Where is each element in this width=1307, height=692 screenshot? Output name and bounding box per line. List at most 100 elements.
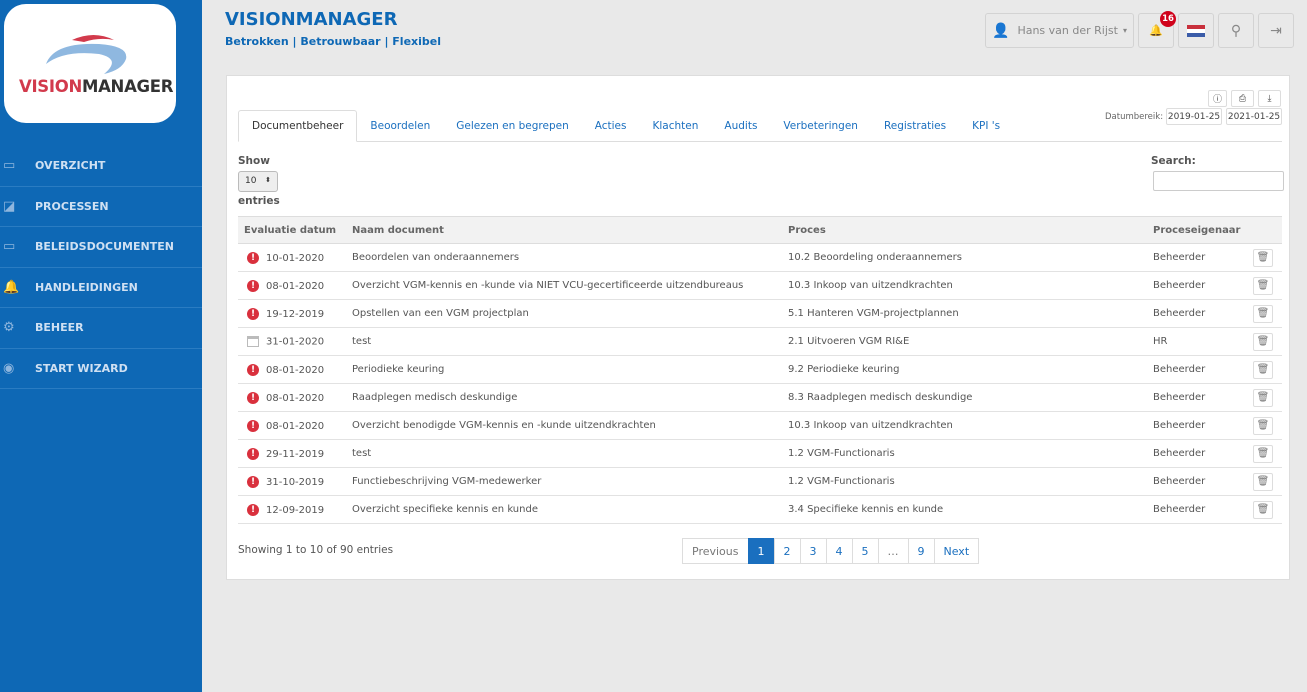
column-header[interactable]: Naam document: [346, 216, 782, 244]
page-9[interactable]: 9: [907, 538, 935, 564]
info-button[interactable]: ⓘ: [1208, 90, 1227, 107]
page-2[interactable]: 2: [773, 538, 801, 564]
inbox-icon: ▭: [3, 239, 16, 255]
document-name[interactable]: test: [346, 327, 782, 356]
tab-5[interactable]: Audits: [711, 110, 770, 142]
document-name[interactable]: Functiebeschrijving VGM-medewerker: [346, 467, 782, 496]
owner: Beheerder: [1147, 467, 1247, 496]
print-button[interactable]: ⎙: [1231, 90, 1254, 107]
delete-button[interactable]: 🗑: [1253, 416, 1273, 435]
tab-3[interactable]: Acties: [582, 110, 640, 142]
info-icon: ⓘ: [1212, 95, 1222, 105]
page-ellipsis: …: [877, 538, 909, 564]
sidebar-item-handleidingen[interactable]: 🔔 HANDLEIDINGEN: [0, 268, 202, 308]
page-1[interactable]: 1: [747, 538, 775, 564]
table-row[interactable]: ! 08-01-2020 Periodieke keuring 9.2 Periodi…: [238, 355, 1282, 384]
owner: Beheerder: [1147, 271, 1247, 300]
document-name[interactable]: Overzicht benodigde VGM-kennis en -kunde…: [346, 411, 782, 440]
trash-icon: 🗑: [1256, 307, 1270, 319]
document-name[interactable]: Opstellen van een VGM projectplan: [346, 299, 782, 328]
delete-button[interactable]: 🗑: [1253, 444, 1273, 463]
search-button[interactable]: ⚲: [1218, 13, 1254, 48]
owner: Beheerder: [1147, 383, 1247, 412]
logout-icon: ⇥: [1270, 22, 1282, 39]
table-row[interactable]: ! 12-09-2019 Overzicht specifieke kennis e…: [238, 495, 1282, 524]
trash-icon: 🗑: [1256, 503, 1270, 515]
print-icon: ⎙: [1238, 93, 1247, 104]
process: 10.3 Inkoop van uitzendkrachten: [782, 411, 1147, 440]
sidebar-item-beleidsdocumenten[interactable]: ▭ BELEIDSDOCUMENTEN: [0, 227, 202, 268]
tab-0[interactable]: Documentbeheer: [238, 110, 358, 142]
logout-button[interactable]: ⇥: [1258, 13, 1294, 48]
table-row[interactable]: ! 08-01-2020 Raadplegen medisch deskundige…: [238, 383, 1282, 412]
table-row[interactable]: ! 08-01-2020 Overzicht benodigde VGM-kenni…: [238, 411, 1282, 440]
bell-icon: 🔔: [1149, 24, 1163, 37]
page-5[interactable]: 5: [851, 538, 879, 564]
process: 3.4 Specifieke kennis en kunde: [782, 495, 1147, 524]
page-3[interactable]: 3: [799, 538, 827, 564]
tab-8[interactable]: KPI 's: [959, 110, 1013, 142]
tab-6[interactable]: Verbeteringen: [770, 110, 871, 142]
owner: Beheerder: [1147, 355, 1247, 384]
document-name[interactable]: Overzicht specifieke kennis en kunde: [346, 495, 782, 524]
documents-table: Evaluatie datum Naam document Proces Proces…: [238, 216, 1282, 524]
table-row[interactable]: 31-01-2020 test 2.1 Uitvoeren VGM RI&E HR 🗑: [238, 327, 1282, 356]
owner: Beheerder: [1147, 299, 1247, 328]
table-row[interactable]: ! 29-11-2019 test 1.2 VGM-Functionaris Behee…: [238, 439, 1282, 468]
alert-icon: !: [247, 363, 259, 376]
tab-4[interactable]: Klachten: [640, 110, 712, 142]
sidebar-item-beheer[interactable]: ⚙ BEHEER: [0, 308, 202, 349]
search-icon: ⚲: [1230, 22, 1242, 39]
app-title: VISIONMANAGER: [225, 9, 398, 30]
logo-text: VISIONMANAGER: [19, 77, 174, 96]
sidebar-item-start-wizard[interactable]: ◉ START WIZARD: [0, 349, 202, 389]
download-button[interactable]: ⤓: [1258, 90, 1281, 107]
bell-icon: 🔔: [3, 279, 20, 295]
delete-button[interactable]: 🗑: [1253, 332, 1273, 351]
delete-button[interactable]: 🗑: [1253, 472, 1273, 491]
delete-button[interactable]: 🗑: [1253, 388, 1273, 407]
sidebar-item-overzicht[interactable]: ▭ OVERZICHT: [0, 146, 202, 187]
alert-icon: !: [247, 475, 259, 488]
table-row[interactable]: ! 10-01-2020 Beoordelen van onderaannemers…: [238, 243, 1282, 272]
search-input[interactable]: [1153, 171, 1284, 191]
trash-icon: 🗑: [1256, 251, 1270, 263]
column-header[interactable]: Proces: [782, 216, 1147, 244]
document-name[interactable]: Beoordelen van onderaannemers: [346, 243, 782, 272]
tab-1[interactable]: Beoordelen: [357, 110, 443, 142]
process: 2.1 Uitvoeren VGM RI&E: [782, 327, 1147, 356]
document-name[interactable]: test: [346, 439, 782, 468]
trash-icon: 🗑: [1256, 279, 1270, 291]
table-row[interactable]: ! 08-01-2020 Overzicht VGM-kennis en -kund…: [238, 271, 1282, 300]
document-name[interactable]: Periodieke keuring: [346, 355, 782, 384]
language-button[interactable]: [1178, 13, 1214, 48]
document-name[interactable]: Overzicht VGM-kennis en -kunde via NIET …: [346, 271, 782, 300]
user-icon: 👤: [992, 22, 1010, 39]
document-name[interactable]: Raadplegen medisch deskundige: [346, 383, 782, 412]
entries-length-select[interactable]: 10 ⬍: [238, 171, 278, 192]
user-menu-button[interactable]: 👤 Hans van der Rijst ▾: [985, 13, 1134, 48]
delete-button[interactable]: 🗑: [1253, 304, 1273, 323]
delete-button[interactable]: 🗑: [1253, 500, 1273, 519]
alert-icon: !: [247, 279, 259, 292]
owner: Beheerder: [1147, 495, 1247, 524]
page-4[interactable]: 4: [825, 538, 853, 564]
page-previous[interactable]: Previous: [682, 538, 749, 564]
table-row[interactable]: ! 31-10-2019 Functiebeschrijving VGM-medew…: [238, 467, 1282, 496]
alert-icon: !: [247, 503, 259, 516]
delete-button[interactable]: 🗑: [1253, 248, 1273, 267]
page-next[interactable]: Next: [933, 538, 980, 564]
tab-2[interactable]: Gelezen en begrepen: [443, 110, 582, 142]
delete-button[interactable]: 🗑: [1253, 276, 1273, 295]
tab-7[interactable]: Registraties: [871, 110, 959, 142]
sidebar: VISIONMANAGER ▭ OVERZICHT ◪ PROCESSEN ▭ BELEI…: [0, 0, 202, 692]
sidebar-item-processen[interactable]: ◪ PROCESSEN: [0, 187, 202, 227]
eye-icon: ◉: [3, 360, 15, 376]
tagline: Betrokken | Betrouwbaar | Flexibel: [225, 35, 442, 48]
owner: Beheerder: [1147, 243, 1247, 272]
logo[interactable]: VISIONMANAGER: [4, 4, 176, 123]
column-header[interactable]: Evaluatie datum: [238, 216, 346, 244]
delete-button[interactable]: 🗑: [1253, 360, 1273, 379]
table-row[interactable]: ! 19-12-2019 Opstellen van een VGM project…: [238, 299, 1282, 328]
column-header[interactable]: Proceseigenaar: [1147, 216, 1247, 244]
